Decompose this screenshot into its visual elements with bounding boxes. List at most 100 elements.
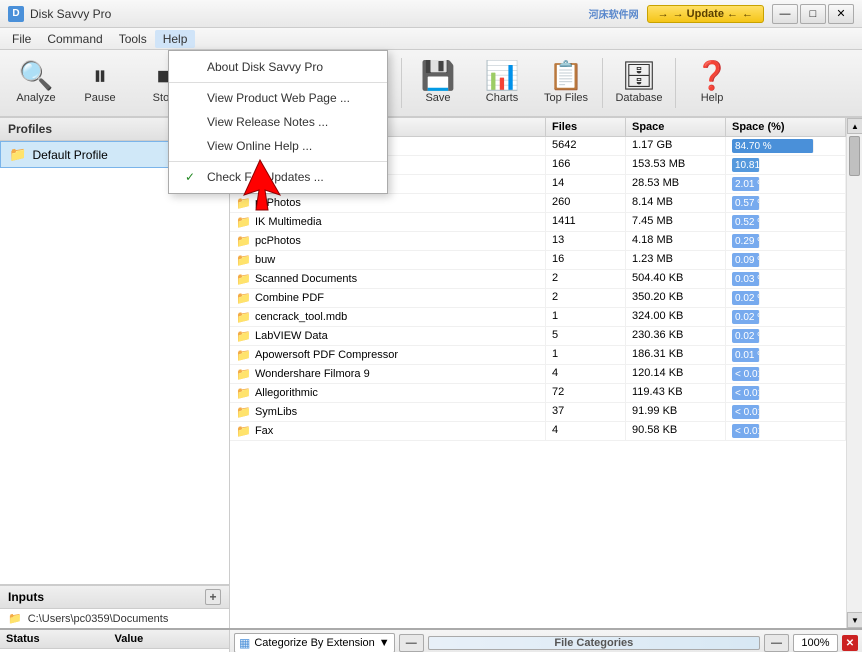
file-name: SymLibs [255, 406, 297, 418]
space-pct-bar: 0.09 % [732, 253, 760, 267]
table-row[interactable]: 📁 Allegorithmic 72 119.43 KB < 0.01 % [230, 384, 846, 403]
file-name-cell: 📁 Apowersoft PDF Compressor [230, 346, 546, 364]
database-button[interactable]: 🗄 Database [609, 54, 669, 112]
menu-release-notes[interactable]: View Release Notes ... [169, 110, 387, 134]
folder-icon: 📁 [236, 367, 251, 381]
minimize-button[interactable]: — [772, 4, 798, 24]
help-dropdown-menu: About Disk Savvy Pro View Product Web Pa… [168, 50, 388, 194]
folder-icon: 📁 [236, 291, 251, 305]
add-input-button[interactable]: + [205, 589, 221, 605]
space-pct-bar: 0.02 % [732, 291, 760, 305]
file-space: 119.43 KB [626, 384, 726, 402]
file-name-cell: 📁 pcPhotos [230, 194, 546, 212]
about-label: About Disk Savvy Pro [207, 60, 323, 74]
topfiles-label: Top Files [544, 92, 588, 104]
update-label: → Update ← [673, 8, 738, 20]
scroll-up-arrow[interactable]: ▲ [847, 118, 862, 134]
help-button[interactable]: ❓ Help [682, 54, 742, 112]
cat-pct-input[interactable]: 100% [793, 634, 838, 652]
title-bar: D Disk Savvy Pro 河床软件网 → → Update ← ← — … [0, 0, 862, 28]
folder-icon: 📁 [236, 348, 251, 362]
file-space: 153.53 MB [626, 156, 726, 174]
pause-icon: ⏸ [93, 62, 107, 90]
menu-help[interactable]: Help [155, 30, 196, 48]
file-name: buw [255, 254, 275, 266]
cat-pct-minus[interactable]: — [764, 634, 789, 652]
analyze-button[interactable]: 🔍 Analyze [6, 54, 66, 112]
update-arrow-left: → [658, 8, 669, 20]
table-row[interactable]: 📁 cencrack_tool.mdb 1 324.00 KB 0.02 % [230, 308, 846, 327]
pause-button[interactable]: ⏸ Pause [70, 54, 130, 112]
cat-minus-button[interactable]: — [399, 634, 424, 652]
file-pct-cell: 0.01 % [726, 346, 846, 364]
file-count: 5 [546, 327, 626, 345]
value-col-header: Value [115, 633, 224, 645]
file-count: 16 [546, 251, 626, 269]
table-row[interactable]: 📁 pcPhotos 260 8.14 MB 0.57 % [230, 194, 846, 213]
file-name: Scanned Documents [255, 273, 357, 285]
file-pct-cell: 0.02 % [726, 308, 846, 326]
menu-about[interactable]: About Disk Savvy Pro [169, 55, 387, 79]
left-panel: Profiles 📁 Default Profile Inputs + 📁 C:… [0, 118, 230, 628]
webpage-label: View Product Web Page ... [207, 91, 350, 105]
table-row[interactable]: 📁 buw 16 1.23 MB 0.09 % [230, 251, 846, 270]
menu-webpage[interactable]: View Product Web Page ... [169, 86, 387, 110]
file-space: 1.17 GB [626, 137, 726, 155]
close-button[interactable]: ✕ [828, 4, 854, 24]
database-label: Database [615, 92, 662, 104]
menu-command[interactable]: Command [39, 30, 110, 48]
charts-button[interactable]: 📊 Charts [472, 54, 532, 112]
space-pct-bar: < 0.01 % [732, 405, 760, 419]
categorize-select[interactable]: ▦ Categorize By Extension ▼ [234, 633, 395, 652]
file-count: 13 [546, 232, 626, 250]
file-pct-cell: < 0.01 % [726, 422, 846, 440]
menu-tools[interactable]: Tools [111, 30, 155, 48]
scroll-thumb[interactable] [849, 136, 860, 176]
inputs-header: Inputs + [0, 586, 229, 609]
space-pct-bar: 0.02 % [732, 310, 760, 324]
file-categories-label: File Categories [428, 636, 760, 650]
file-space: 1.23 MB [626, 251, 726, 269]
table-row[interactable]: 📁 Scanned Documents 2 504.40 KB 0.03 % [230, 270, 846, 289]
file-pct-cell: 0.29 % [726, 232, 846, 250]
table-row[interactable]: 📁 Fax 4 90.58 KB < 0.01 % [230, 422, 846, 441]
table-row[interactable]: 📁 SymLibs 37 91.99 KB < 0.01 % [230, 403, 846, 422]
col-space: Space [626, 118, 726, 136]
file-count: 260 [546, 194, 626, 212]
table-row[interactable]: 📁 Wondershare Filmora 9 4 120.14 KB < 0.… [230, 365, 846, 384]
space-pct-bar: < 0.01 % [732, 367, 760, 381]
watermark-site: 河床软件网 [589, 6, 639, 21]
file-space: 91.99 KB [626, 403, 726, 421]
scroll-down-arrow[interactable]: ▼ [847, 612, 862, 628]
folder-icon: 📁 [236, 310, 251, 324]
analyze-icon: 🔍 [19, 62, 54, 90]
file-list-scrollbar[interactable]: ▲ ▼ [846, 118, 862, 628]
topfiles-button[interactable]: 📋 Top Files [536, 54, 596, 112]
file-name: Apowersoft PDF Compressor [255, 349, 398, 361]
save-button[interactable]: 💾 Save [408, 54, 468, 112]
tree-area [0, 168, 229, 585]
menu-online-help[interactable]: View Online Help ... [169, 134, 387, 158]
file-name-cell: 📁 IK Multimedia [230, 213, 546, 231]
file-space: 186.31 KB [626, 346, 726, 364]
update-button[interactable]: → → Update ← ← [647, 5, 764, 23]
menu-check-updates[interactable]: ✓ Check For Updates ... [169, 165, 387, 189]
menu-file[interactable]: File [4, 30, 39, 48]
menu-sep-1 [169, 82, 387, 83]
space-pct-bar: 0.03 % [732, 272, 760, 286]
table-row[interactable]: 📁 IK Multimedia 1411 7.45 MB 0.52 % [230, 213, 846, 232]
file-name-cell: 📁 pcPhotos [230, 232, 546, 250]
cat-close-button[interactable]: ✕ [842, 635, 858, 651]
table-row[interactable]: 📁 pcPhotos 13 4.18 MB 0.29 % [230, 232, 846, 251]
space-pct-bar: 0.52 % [732, 215, 760, 229]
input-path: C:\Users\pc0359\Documents [28, 613, 169, 625]
table-row[interactable]: 📁 Apowersoft PDF Compressor 1 186.31 KB … [230, 346, 846, 365]
space-pct-bar: 84.70 % [732, 139, 814, 153]
file-pct-cell: 84.70 % [726, 137, 846, 155]
file-space: 8.14 MB [626, 194, 726, 212]
table-row[interactable]: 📁 LabVIEW Data 5 230.36 KB 0.02 % [230, 327, 846, 346]
folder-icon: 📁 [236, 424, 251, 438]
maximize-button[interactable]: □ [800, 4, 826, 24]
table-row[interactable]: 📁 Combine PDF 2 350.20 KB 0.02 % [230, 289, 846, 308]
updates-check: ✓ [185, 170, 199, 184]
